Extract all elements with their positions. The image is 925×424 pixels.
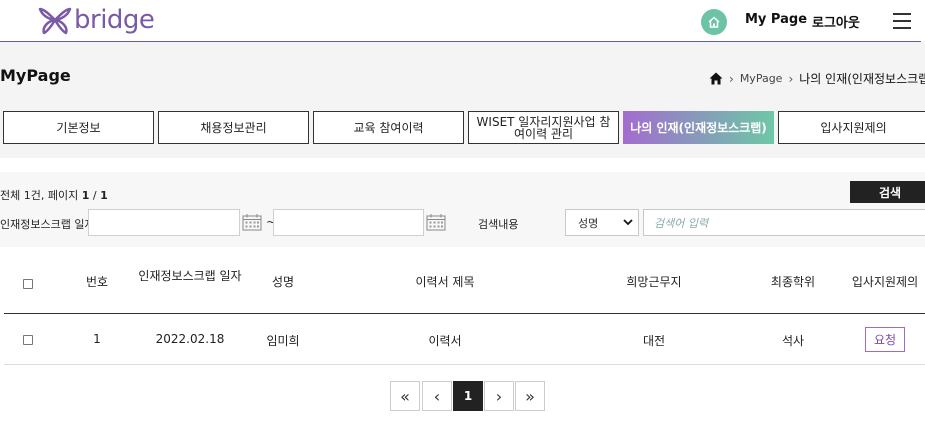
search-type-value: 성명 — [578, 216, 599, 230]
breadcrumb-item[interactable]: MyPage — [740, 72, 783, 85]
cell-date: 2022.02.18 — [155, 332, 225, 346]
menu-icon[interactable] — [893, 13, 911, 29]
cell-name[interactable]: 임미희 — [258, 332, 308, 349]
request-button[interactable]: 요청 — [865, 327, 905, 352]
page-button-current[interactable]: 1 — [453, 381, 483, 411]
tab-basic-info[interactable]: 기본정보 — [3, 111, 154, 144]
search-type-select[interactable]: 성명 — [565, 209, 639, 236]
calendar-icon[interactable] — [242, 213, 262, 231]
tab-my-talent[interactable]: 나의 인재(인재정보스크랩) — [623, 111, 774, 144]
tab-job-offer[interactable]: 입사지원제의 — [778, 111, 925, 144]
tab-job-info[interactable]: 채용정보관리 — [158, 111, 309, 144]
column-header-no: 번호 — [85, 275, 109, 289]
logo[interactable]: bridge — [38, 0, 155, 40]
result-count: 전체 1건, 페이지 1 / 1 — [0, 187, 108, 203]
site-header: bridge My Page 로그아웃 — [0, 0, 925, 42]
cell-location: 대전 — [642, 334, 666, 348]
mypage-link[interactable]: My Page — [745, 12, 807, 27]
tab-wiset-history[interactable]: WISET 일자리지원사업 참여이력 관리 — [468, 111, 619, 144]
last-page-button[interactable]: » — [515, 381, 545, 411]
table-header-divider — [4, 313, 925, 314]
calendar-icon[interactable] — [426, 213, 446, 231]
home-button[interactable] — [701, 9, 727, 35]
table-row-divider — [4, 364, 925, 365]
column-header-location: 희망근무지 — [626, 275, 682, 289]
cell-degree: 석사 — [781, 334, 805, 348]
page-total: 1 — [100, 189, 108, 202]
column-header-date: 인재정보스크랩 일자 — [138, 269, 242, 283]
search-content-label: 검색내용 — [478, 218, 519, 231]
count-value: 1 — [23, 189, 31, 202]
home-icon — [708, 16, 720, 28]
column-header-name: 성명 — [271, 275, 295, 289]
next-page-button[interactable]: › — [484, 381, 514, 411]
page-sep: / — [89, 189, 101, 202]
cell-resume-title[interactable]: 이력서 — [395, 332, 495, 349]
column-header-degree: 최종학위 — [770, 275, 816, 289]
date-label: 인재정보스크랩 일자 — [0, 218, 95, 231]
home-icon[interactable] — [709, 72, 723, 85]
count-prefix: 전체 — [0, 189, 24, 202]
tab-education-history[interactable]: 교육 참여이력 — [313, 111, 464, 144]
row-checkbox[interactable] — [23, 335, 33, 345]
chevron-right-icon: › — [788, 71, 794, 86]
butterfly-logo-icon — [38, 7, 72, 35]
search-input[interactable]: 검색어 입력 — [643, 209, 925, 236]
chevron-down-icon — [623, 219, 633, 226]
column-header-offer: 입사지원제의 — [851, 275, 919, 289]
breadcrumb: › MyPage › 나의 인재(인재정보스크랩) — [709, 70, 925, 87]
breadcrumb-current: 나의 인재(인재정보스크랩) — [799, 72, 925, 86]
date-to-field[interactable] — [273, 209, 424, 236]
logo-text: bridge — [74, 5, 155, 35]
cell-no: 1 — [93, 332, 101, 346]
column-header-resume-title: 이력서 제목 — [415, 275, 475, 289]
logout-link[interactable]: 로그아웃 — [812, 12, 860, 31]
page-title: MyPage — [0, 66, 71, 85]
search-button[interactable]: 검색 — [850, 181, 925, 203]
select-all-checkbox[interactable] — [23, 279, 33, 289]
count-mid: 건, 페이지 — [30, 189, 82, 202]
date-from-field[interactable] — [88, 209, 240, 236]
first-page-button[interactable]: « — [390, 381, 420, 411]
chevron-right-icon: › — [729, 71, 734, 86]
prev-page-button[interactable]: ‹ — [422, 381, 452, 411]
